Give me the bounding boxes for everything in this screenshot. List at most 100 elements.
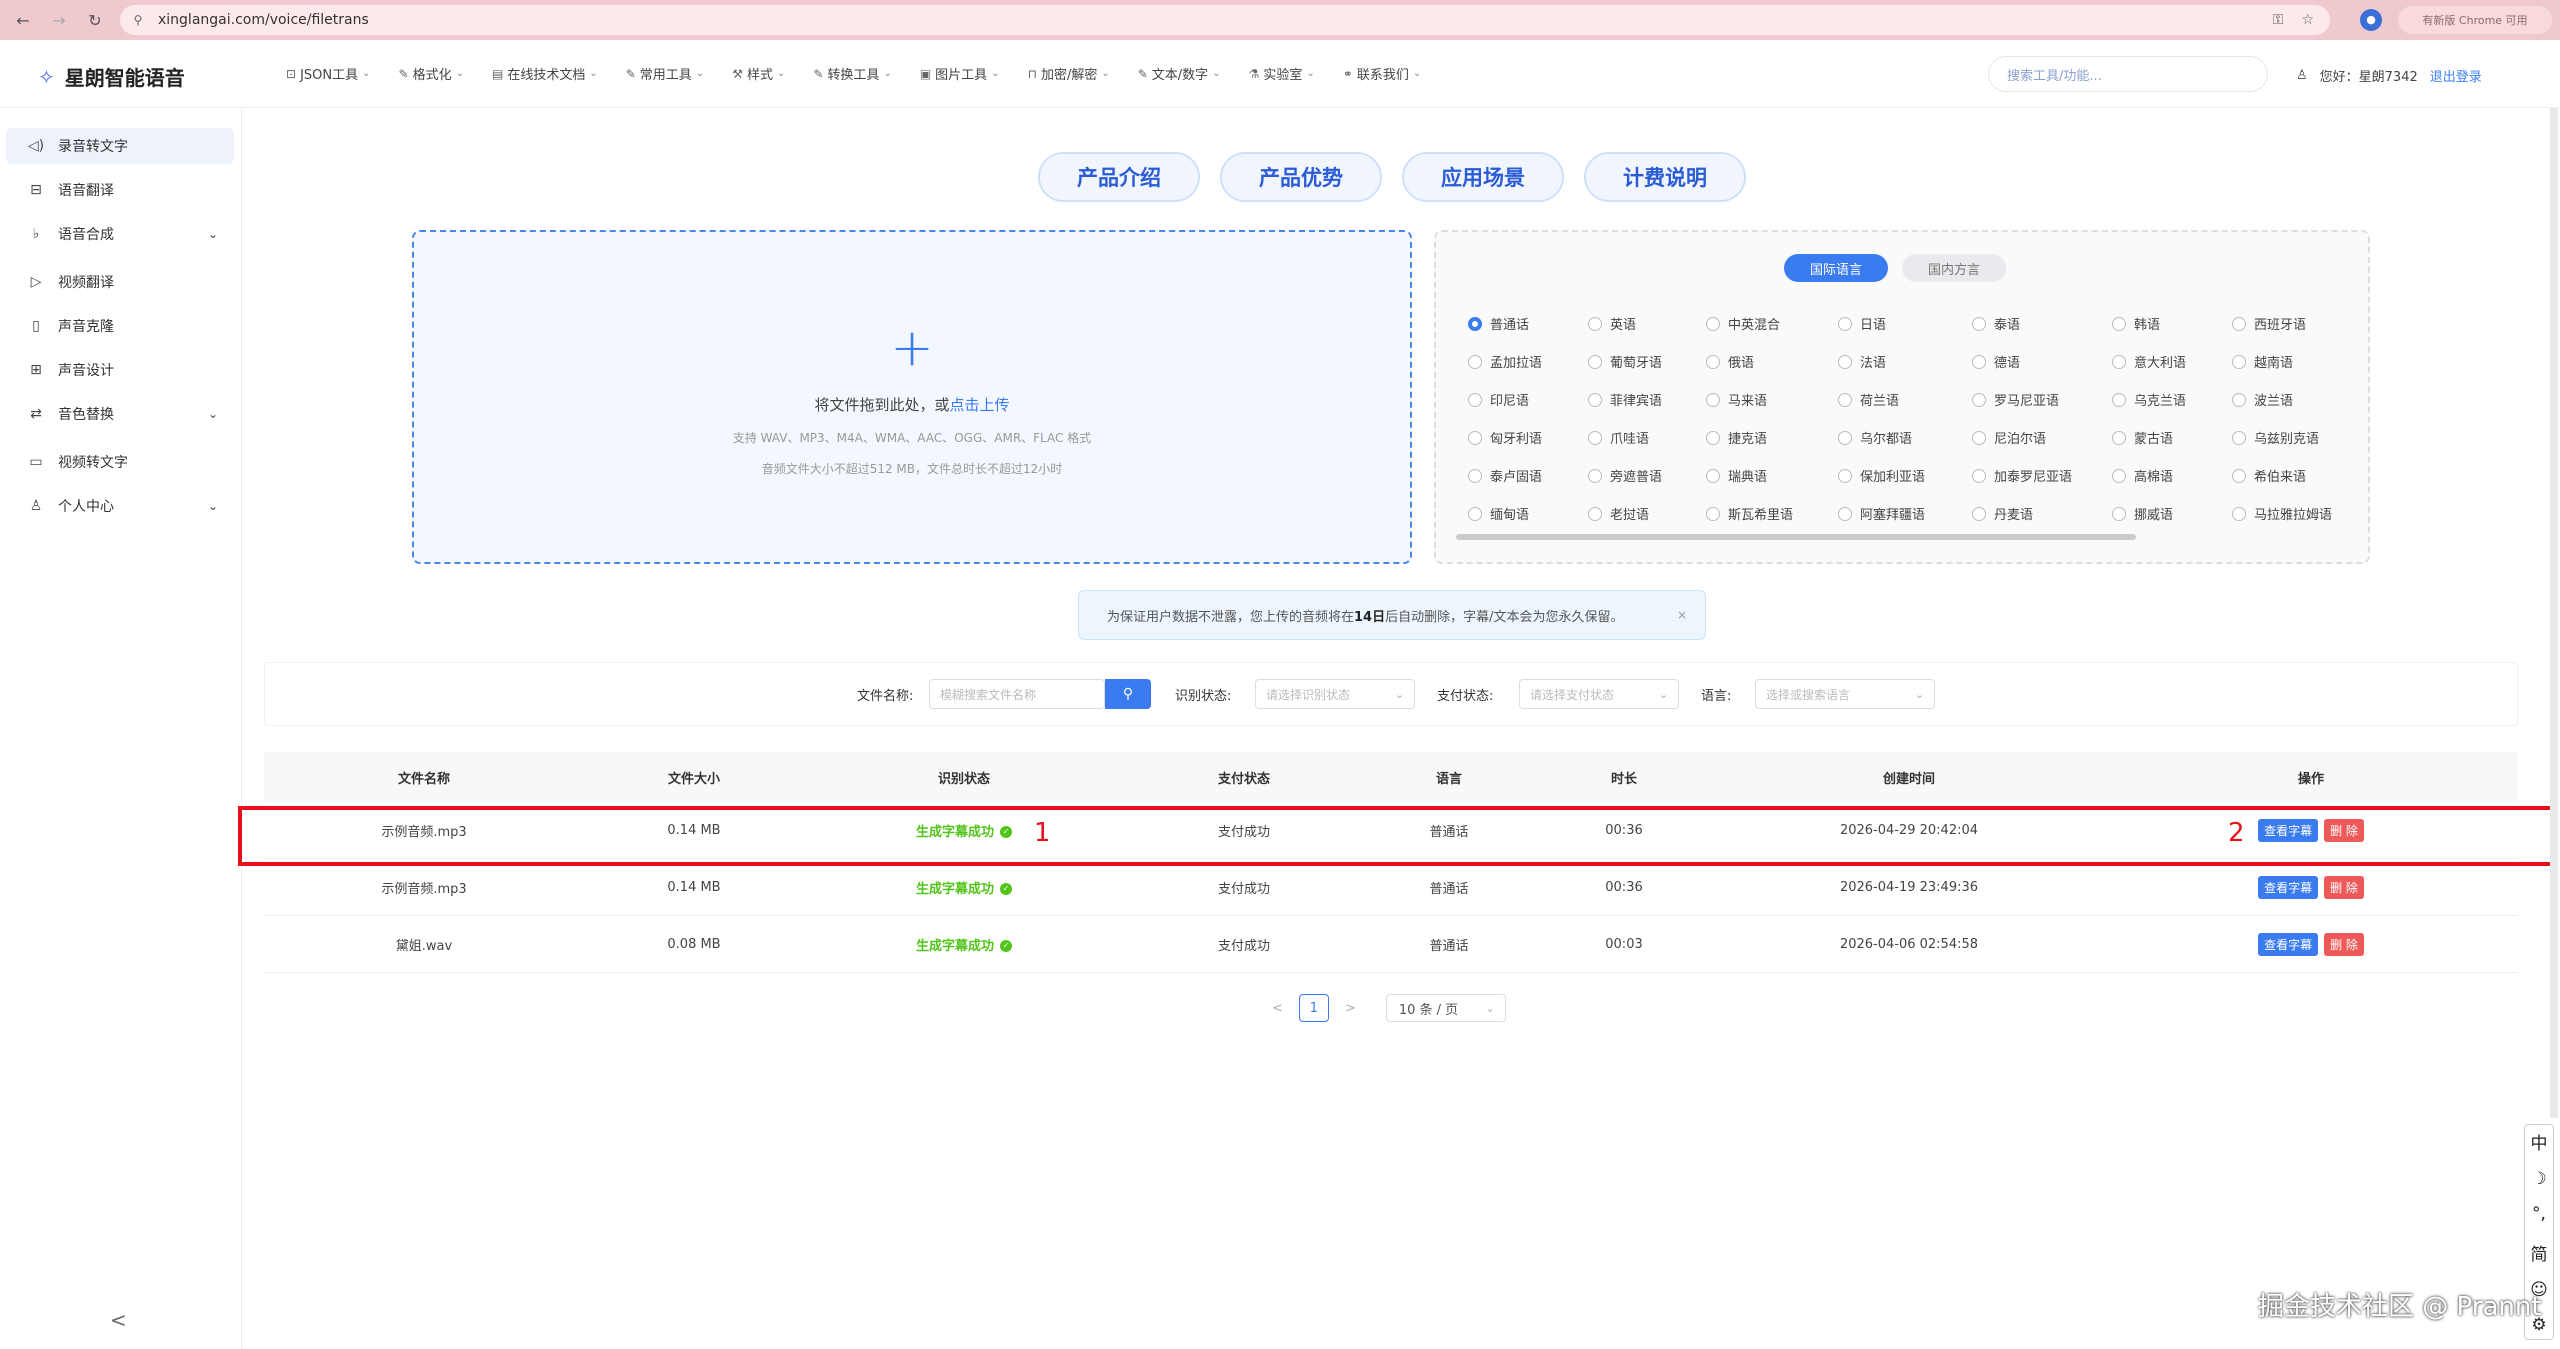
logo[interactable]: ✧ 星朗智能语音 bbox=[38, 62, 185, 91]
sidebar-collapse-icon[interactable]: < bbox=[110, 1308, 127, 1332]
page-scrollbar[interactable] bbox=[2550, 108, 2558, 1118]
radio-icon[interactable] bbox=[1468, 316, 1482, 331]
language-option[interactable]: 意大利语 bbox=[2112, 352, 2186, 371]
radio-icon[interactable] bbox=[2112, 468, 2126, 483]
radio-icon[interactable] bbox=[1838, 430, 1852, 445]
menu-json[interactable]: ⊡ JSON工具 ⌄ bbox=[286, 64, 371, 84]
language-scrollbar[interactable] bbox=[1456, 534, 2136, 540]
radio-icon[interactable] bbox=[1972, 430, 1986, 445]
menu-common-tools[interactable]: ✎ 常用工具 ⌄ bbox=[626, 64, 704, 84]
language-option[interactable]: 阿塞拜疆语 bbox=[1838, 504, 1925, 523]
radio-icon[interactable] bbox=[1706, 506, 1720, 521]
language-option[interactable]: 加泰罗尼亚语 bbox=[1972, 466, 2072, 485]
language-option[interactable]: 英语 bbox=[1588, 314, 1636, 333]
tab-dialect[interactable]: 国内方言 bbox=[1902, 254, 2006, 282]
delete-button[interactable]: 删 除 bbox=[2324, 932, 2364, 956]
language-option[interactable]: 印尼语 bbox=[1468, 390, 1529, 409]
language-option[interactable]: 荷兰语 bbox=[1838, 390, 1899, 409]
radio-icon[interactable] bbox=[1588, 430, 1602, 445]
site-info-icon[interactable]: ⚲ bbox=[128, 10, 148, 30]
radio-icon[interactable] bbox=[1838, 392, 1852, 407]
language-option[interactable]: 波兰语 bbox=[2232, 390, 2293, 409]
radio-icon[interactable] bbox=[2112, 354, 2126, 369]
punctuation-icon[interactable]: °, bbox=[2532, 1204, 2546, 1224]
language-option[interactable]: 中英混合 bbox=[1706, 314, 1780, 333]
radio-icon[interactable] bbox=[1588, 468, 1602, 483]
radio-icon[interactable] bbox=[1972, 354, 1986, 369]
language-option[interactable]: 俄语 bbox=[1706, 352, 1754, 371]
language-option[interactable]: 高棉语 bbox=[2112, 466, 2173, 485]
prev-page-icon[interactable]: < bbox=[1272, 1001, 1283, 1016]
radio-icon[interactable] bbox=[1588, 392, 1602, 407]
language-option[interactable]: 匈牙利语 bbox=[1468, 428, 1542, 447]
radio-icon[interactable] bbox=[2232, 430, 2246, 445]
page-size-select[interactable]: 10 条 / 页 ⌄ bbox=[1385, 994, 1506, 1022]
menu-image[interactable]: ▣ 图片工具 ⌄ bbox=[920, 64, 1000, 84]
language-option[interactable]: 爪哇语 bbox=[1588, 428, 1649, 447]
status-select[interactable]: 请选择识别状态 ⌄ bbox=[1255, 679, 1415, 709]
logout-link[interactable]: 退出登录 bbox=[2430, 66, 2482, 85]
forward-icon[interactable]: → bbox=[46, 7, 72, 33]
bookmark-star-icon[interactable]: ☆ bbox=[2301, 12, 2314, 28]
sidebar-item-voice-clone[interactable]: ▯ 声音克隆 bbox=[6, 308, 234, 344]
view-subtitle-button[interactable]: 查看字幕 bbox=[2258, 875, 2319, 899]
language-option[interactable]: 罗马尼亚语 bbox=[1972, 390, 2059, 409]
sidebar-item-timbre-swap[interactable]: ⇄ 音色替换 ⌄ bbox=[6, 396, 234, 432]
radio-icon[interactable] bbox=[1972, 392, 1986, 407]
tab-product-intro[interactable]: 产品介绍 bbox=[1038, 152, 1200, 202]
radio-icon[interactable] bbox=[2232, 506, 2246, 521]
language-option[interactable]: 法语 bbox=[1838, 352, 1886, 371]
reload-icon[interactable]: ↻ bbox=[82, 7, 108, 33]
radio-icon[interactable] bbox=[2232, 316, 2246, 331]
language-option[interactable]: 瑞典语 bbox=[1706, 466, 1767, 485]
radio-icon[interactable] bbox=[1468, 468, 1482, 483]
radio-icon[interactable] bbox=[1972, 506, 1986, 521]
language-option[interactable]: 希伯来语 bbox=[2232, 466, 2306, 485]
ime-chinese-mode[interactable]: 中 bbox=[2531, 1129, 2548, 1154]
page-1[interactable]: 1 bbox=[1298, 994, 1329, 1022]
pay-select[interactable]: 请选择支付状态 ⌄ bbox=[1519, 679, 1679, 709]
ime-simplified[interactable]: 简 bbox=[2531, 1240, 2548, 1265]
menu-crypto[interactable]: ⊓ 加密/解密 ⌄ bbox=[1028, 64, 1110, 84]
menu-style[interactable]: ⚒ 样式 ⌄ bbox=[732, 64, 785, 84]
tool-search-input[interactable]: 搜索工具/功能... bbox=[1988, 56, 2268, 92]
radio-icon[interactable] bbox=[2232, 354, 2246, 369]
radio-icon[interactable] bbox=[1706, 430, 1720, 445]
chrome-update-pill[interactable]: 有新版 Chrome 可用 bbox=[2398, 6, 2552, 34]
tab-product-advantage[interactable]: 产品优势 bbox=[1220, 152, 1382, 202]
radio-icon[interactable] bbox=[1972, 468, 1986, 483]
menu-contact[interactable]: ⚭ 联系我们 ⌄ bbox=[1343, 64, 1421, 84]
menu-format[interactable]: ✎ 格式化 ⌄ bbox=[399, 64, 464, 84]
upload-dropzone[interactable]: + 将文件拖到此处，或点击上传 支持 WAV、MP3、M4A、WMA、AAC、O… bbox=[412, 230, 1412, 564]
language-option[interactable]: 挪威语 bbox=[2112, 504, 2173, 523]
radio-icon[interactable] bbox=[2112, 430, 2126, 445]
radio-icon[interactable] bbox=[1972, 316, 1986, 331]
sidebar-item-profile[interactable]: ♙ 个人中心 ⌄ bbox=[6, 488, 234, 524]
sidebar-item-tts[interactable]: ♭ 语音合成 ⌄ bbox=[6, 216, 234, 252]
radio-icon[interactable] bbox=[1706, 316, 1720, 331]
language-option[interactable]: 普通话 bbox=[1468, 314, 1529, 333]
radio-icon[interactable] bbox=[1588, 354, 1602, 369]
language-option[interactable]: 泰卢固语 bbox=[1468, 466, 1542, 485]
language-option[interactable]: 斯瓦希里语 bbox=[1706, 504, 1793, 523]
radio-icon[interactable] bbox=[1838, 354, 1852, 369]
moon-icon[interactable]: ☽ bbox=[2531, 1169, 2546, 1189]
language-option[interactable]: 保加利亚语 bbox=[1838, 466, 1925, 485]
language-option[interactable]: 乌兹别克语 bbox=[2232, 428, 2319, 447]
sidebar-item-video-translate[interactable]: ▷ 视频翻译 bbox=[6, 264, 234, 300]
language-option[interactable]: 西班牙语 bbox=[2232, 314, 2306, 333]
radio-icon[interactable] bbox=[2232, 392, 2246, 407]
language-option[interactable]: 乌克兰语 bbox=[2112, 390, 2186, 409]
menu-docs[interactable]: ▤ 在线技术文档 ⌄ bbox=[492, 64, 598, 84]
menu-convert[interactable]: ✎ 转换工具 ⌄ bbox=[813, 64, 891, 84]
radio-icon[interactable] bbox=[1588, 316, 1602, 331]
language-option[interactable]: 越南语 bbox=[2232, 352, 2293, 371]
extension-icon[interactable]: ● bbox=[2360, 9, 2382, 31]
radio-icon[interactable] bbox=[1468, 392, 1482, 407]
language-option[interactable]: 孟加拉语 bbox=[1468, 352, 1542, 371]
radio-icon[interactable] bbox=[1706, 354, 1720, 369]
radio-icon[interactable] bbox=[1706, 392, 1720, 407]
radio-icon[interactable] bbox=[1838, 316, 1852, 331]
menu-lab[interactable]: ⚗ 实验室 ⌄ bbox=[1249, 64, 1315, 84]
radio-icon[interactable] bbox=[1468, 506, 1482, 521]
